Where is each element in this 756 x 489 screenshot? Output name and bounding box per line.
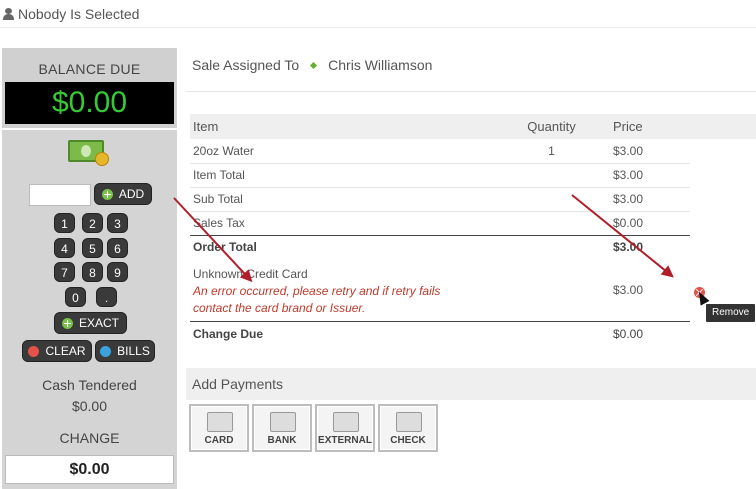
diamond-icon bbox=[310, 61, 318, 69]
change-due-label: Change Due bbox=[190, 321, 490, 346]
add-button-label: ADD bbox=[118, 187, 145, 201]
col-price: Price bbox=[613, 119, 643, 134]
item-total-row: Item Total $3.00 bbox=[190, 162, 690, 187]
sub-total-value: $3.00 bbox=[610, 186, 690, 211]
table-header-row: Item Quantity Price bbox=[190, 114, 690, 139]
external-icon bbox=[333, 412, 359, 432]
check-payment-button[interactable]: CHECK bbox=[378, 404, 438, 452]
amount-input[interactable] bbox=[29, 184, 91, 206]
customer-name[interactable]: Chris Williamson bbox=[328, 57, 432, 73]
payment-name: Unknown Credit Card bbox=[193, 267, 308, 281]
top-bar: Nobody Is Selected bbox=[0, 0, 756, 28]
table-row[interactable]: 20oz Water 1 $3.00 bbox=[190, 139, 690, 163]
add-button[interactable]: ADD bbox=[94, 183, 152, 205]
key-9[interactable]: 9 bbox=[107, 262, 128, 282]
sales-tax-value: $0.00 bbox=[610, 210, 690, 235]
external-payment-button[interactable]: EXTERNAL bbox=[315, 404, 375, 452]
key-4[interactable]: 4 bbox=[54, 238, 75, 258]
sale-assigned: Sale Assigned To Chris Williamson bbox=[192, 57, 432, 73]
bills-button[interactable]: BILLS bbox=[95, 340, 155, 362]
payment-value: $3.00 bbox=[613, 283, 644, 297]
remove-tooltip: Remove bbox=[706, 304, 756, 322]
bank-payment-label: BANK bbox=[267, 435, 297, 446]
cash-keypad-panel: ADD 1 2 3 4 5 6 7 8 9 0 . EXACT CLEAR BI… bbox=[2, 130, 177, 489]
bank-payment-button[interactable]: BANK bbox=[252, 404, 312, 452]
exact-button-label: EXACT bbox=[78, 316, 119, 330]
card-icon bbox=[207, 412, 233, 432]
cash-tendered-value: $0.00 bbox=[71, 398, 108, 414]
check-payment-label: CHECK bbox=[390, 435, 426, 446]
change-due-row: Change Due $0.00 bbox=[190, 321, 690, 346]
key-3[interactable]: 3 bbox=[107, 213, 128, 233]
divider bbox=[186, 91, 756, 92]
order-total-row: Order Total $3.00 bbox=[190, 234, 690, 259]
payment-row: Unknown Credit Card An error occurred, p… bbox=[190, 259, 690, 322]
plus-icon bbox=[101, 188, 113, 200]
external-payment-label: EXTERNAL bbox=[318, 435, 372, 446]
register-panel: BALANCE DUE $0.00 ADD 1 2 3 4 5 6 7 8 9 … bbox=[0, 46, 179, 489]
balance-due-label: BALANCE DUE bbox=[38, 61, 141, 77]
key-5[interactable]: 5 bbox=[82, 238, 103, 258]
payment-error: An error occurred, please retry and if r… bbox=[193, 284, 441, 315]
order-total-value: $3.00 bbox=[610, 234, 690, 259]
plus-icon bbox=[61, 317, 73, 329]
sale-assigned-label: Sale Assigned To bbox=[192, 57, 300, 73]
x-icon bbox=[28, 345, 40, 357]
key-8[interactable]: 8 bbox=[82, 262, 103, 282]
table-header-extension bbox=[690, 114, 756, 139]
sales-tax-label: Sales Tax bbox=[190, 210, 490, 235]
sub-total-label: Sub Total bbox=[190, 186, 490, 211]
change-display: $0.00 bbox=[5, 455, 174, 484]
money-icon bbox=[68, 140, 112, 166]
info-icon bbox=[100, 345, 112, 357]
balance-due-panel: BALANCE DUE $0.00 bbox=[2, 48, 177, 128]
clear-button[interactable]: CLEAR bbox=[22, 340, 92, 362]
bills-button-label: BILLS bbox=[117, 344, 150, 358]
person-icon bbox=[3, 7, 14, 20]
key-1[interactable]: 1 bbox=[54, 213, 75, 233]
key-2[interactable]: 2 bbox=[82, 213, 103, 233]
order-total-label: Order Total bbox=[190, 234, 490, 259]
item-qty: 1 bbox=[548, 143, 555, 158]
sub-total-row: Sub Total $3.00 bbox=[190, 186, 690, 211]
card-payment-label: CARD bbox=[204, 435, 234, 446]
item-total-value: $3.00 bbox=[610, 162, 690, 187]
change-due-value: $0.00 bbox=[610, 321, 690, 346]
key-7[interactable]: 7 bbox=[54, 262, 75, 282]
item-price: $3.00 bbox=[613, 143, 644, 158]
balance-due-display: $0.00 bbox=[5, 82, 174, 124]
key-6[interactable]: 6 bbox=[107, 238, 128, 258]
change-label: CHANGE bbox=[59, 430, 120, 446]
key-decimal[interactable]: . bbox=[96, 287, 117, 307]
card-payment-button[interactable]: CARD bbox=[189, 404, 249, 452]
item-name: 20oz Water bbox=[193, 143, 254, 158]
col-quantity: Quantity bbox=[527, 119, 576, 134]
exact-button[interactable]: EXACT bbox=[54, 312, 127, 334]
cash-tendered-label: Cash Tendered bbox=[42, 377, 137, 393]
key-0[interactable]: 0 bbox=[65, 287, 86, 307]
clear-button-label: CLEAR bbox=[45, 344, 86, 358]
col-item: Item bbox=[193, 119, 219, 134]
item-total-label: Item Total bbox=[190, 162, 490, 187]
check-icon bbox=[396, 412, 422, 432]
selection-status[interactable]: Nobody Is Selected bbox=[18, 6, 139, 22]
bank-icon bbox=[270, 412, 296, 432]
add-payments-title: Add Payments bbox=[186, 368, 756, 400]
